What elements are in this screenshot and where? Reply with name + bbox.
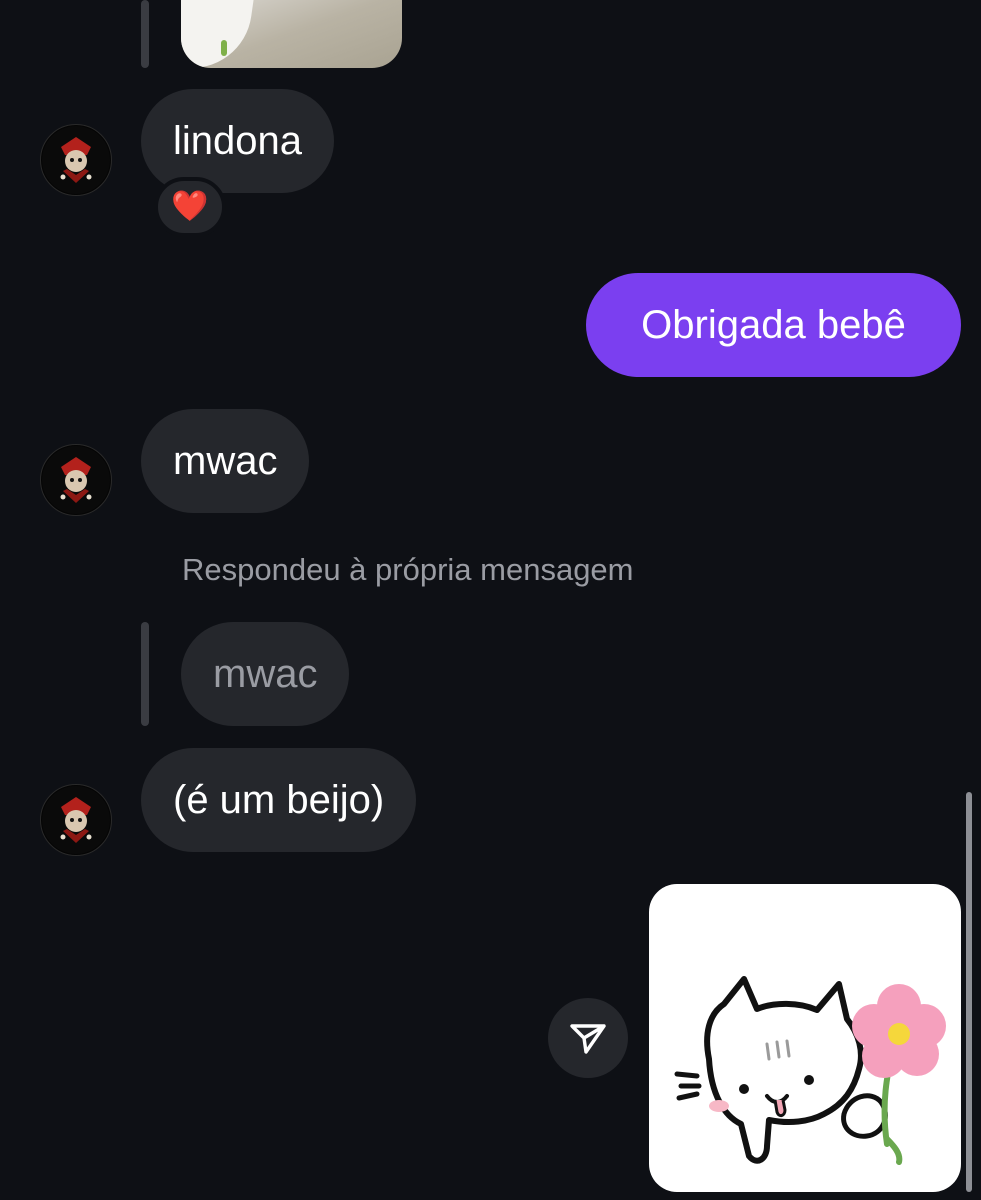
message-bubble[interactable]: lindona [141, 89, 335, 193]
quoted-message-bubble[interactable]: mwac [181, 622, 350, 726]
scrollbar[interactable] [966, 792, 972, 1192]
quoted-message-text: mwac [213, 652, 318, 696]
message-text: Obrigada bebê [641, 303, 906, 347]
sender-avatar[interactable] [40, 124, 112, 196]
message-reaction[interactable]: ❤️ [154, 177, 226, 237]
message-text: lindona [173, 119, 303, 163]
sender-avatar[interactable] [40, 444, 112, 516]
reply-indicator-bar [141, 0, 149, 68]
message-bubble[interactable]: mwac [141, 409, 310, 513]
profile-avatar-icon [42, 786, 110, 854]
heart-icon: ❤️ [171, 190, 209, 223]
cat-with-flower-sticker [674, 976, 946, 1165]
profile-avatar-icon [42, 126, 110, 194]
reply-indicator-bar [141, 622, 149, 726]
sticker-message[interactable] [649, 884, 961, 1192]
message-bubble[interactable]: (é um beijo) [141, 748, 417, 852]
send-icon [570, 1024, 606, 1054]
share-button[interactable] [548, 998, 628, 1078]
message-text: (é um beijo) [173, 778, 385, 822]
message-bubble-outgoing[interactable]: Obrigada bebê [586, 273, 961, 377]
previous-image-message[interactable] [181, 0, 402, 68]
sender-avatar[interactable] [40, 784, 112, 856]
profile-avatar-icon [42, 446, 110, 514]
reply-context-label: Respondeu à própria mensagem [182, 552, 634, 587]
message-text: mwac [173, 439, 278, 483]
